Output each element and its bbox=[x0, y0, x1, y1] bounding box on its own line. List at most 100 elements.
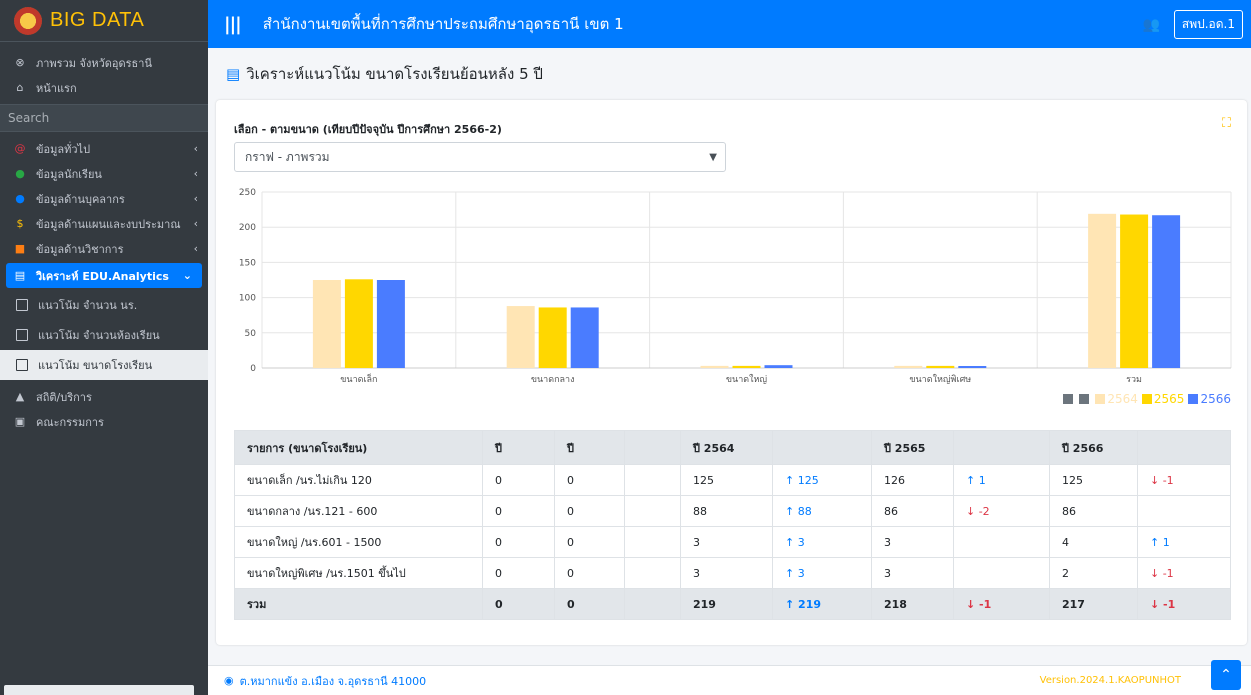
sidebar-item-label: ข้อมูลทั่วไป bbox=[36, 142, 91, 156]
legend-label: 2564 bbox=[1107, 392, 1138, 406]
table-cell bbox=[624, 557, 681, 589]
legend-item[interactable] bbox=[1079, 394, 1091, 404]
sidebar-subitem-students-trend[interactable]: แนวโน้ม จำนวน นร. bbox=[0, 290, 208, 320]
bar bbox=[1088, 213, 1117, 368]
header-actions: 👥 สพป.อด.1 bbox=[1142, 10, 1243, 39]
table-total-cell: ↓ -1 bbox=[1137, 588, 1231, 620]
expand-icon[interactable]: ⛶ bbox=[1222, 116, 1231, 131]
table-cell: 0 bbox=[554, 464, 625, 496]
sidebar-item-academic[interactable]: ■ ข้อมูลด้านวิชาการ ‹ bbox=[0, 236, 208, 261]
table-cell: 3 bbox=[871, 557, 954, 589]
table-cell: 126 bbox=[871, 464, 954, 496]
table-total-cell: ↓ -1 bbox=[953, 588, 1050, 620]
table-total-cell: ↑ 219 bbox=[772, 588, 872, 620]
legend-item[interactable]: 2564 bbox=[1095, 392, 1138, 406]
bar bbox=[700, 365, 729, 368]
thumbs-up-icon: ▲ bbox=[15, 390, 25, 403]
table-cell: ↑ 88 bbox=[772, 495, 872, 527]
sidebar-item-analytics[interactable]: ▤ วิเคราะห์ EDU.Analytics ⌄ bbox=[6, 263, 202, 288]
table-cell: 3 bbox=[871, 526, 954, 558]
sidebar-item-label: ข้อมูลด้านบุคลากร bbox=[36, 192, 125, 206]
table-cell: 88 bbox=[680, 495, 773, 527]
legend-item[interactable] bbox=[1063, 394, 1075, 404]
square-icon bbox=[16, 299, 28, 311]
sidebar-item-students[interactable]: ● ข้อมูลนักเรียน ‹ bbox=[0, 161, 208, 186]
brand-name: BIG DATA bbox=[50, 9, 145, 31]
table-cell: ขนาดใหญ่พิเศษ /นร.1501 ขึ้นไป bbox=[234, 557, 483, 589]
users-icon[interactable]: 👥 bbox=[1142, 17, 1159, 33]
page-title: ▤ วิเคราะห์แนวโน้ม ขนาดโรงเรียนย้อนหลัง … bbox=[226, 62, 543, 86]
chart-line-icon: ▤ bbox=[14, 269, 26, 282]
home-icon: ⌂ bbox=[16, 81, 24, 94]
sidebar-subitem-label: แนวโน้ม จำนวนห้องเรียน bbox=[38, 329, 160, 342]
table-row: ขนาดกลาง /นร.121 - 600 0 0 88 ↑ 88 86 ↓ -2 86 bbox=[234, 495, 1231, 527]
table-total-cell: 218 bbox=[871, 588, 954, 620]
analytics-card: เลือก - ตามขนาด (เทียบปีปัจจุบัน ปีการศึ… bbox=[216, 100, 1247, 645]
bar bbox=[764, 365, 793, 368]
table-cell: 0 bbox=[482, 526, 555, 558]
bar bbox=[732, 365, 761, 368]
sidebar-item-overview[interactable]: ⊗ ภาพรวม จังหวัดอุดรธานี bbox=[0, 50, 208, 75]
user-icon: ● bbox=[15, 192, 25, 205]
legend-item[interactable]: 2565 bbox=[1141, 392, 1184, 406]
table-cell: ↓ -2 bbox=[953, 495, 1050, 527]
chevron-down-icon: ⌄ bbox=[182, 269, 192, 282]
table-cell: 125 bbox=[1049, 464, 1138, 496]
legend-swatch bbox=[1063, 394, 1074, 404]
sidebar-item-general[interactable]: @ ข้อมูลทั่วไป ‹ bbox=[0, 136, 208, 161]
bar bbox=[1120, 214, 1149, 368]
x-tick-label: ขนาดใหญ่พิเศษ bbox=[909, 374, 971, 385]
sidebar-item-label: ข้อมูลด้านวิชาการ bbox=[36, 242, 124, 256]
table-cell bbox=[953, 526, 1050, 558]
table-cell: 0 bbox=[482, 495, 555, 527]
table-cell: 0 bbox=[482, 464, 555, 496]
chevron-left-icon: ‹ bbox=[193, 192, 198, 205]
table-cell: ↓ -1 bbox=[1137, 464, 1231, 496]
bar bbox=[1152, 215, 1181, 368]
sidebar-item-home[interactable]: ⌂ หน้าแรก bbox=[0, 75, 208, 100]
bar bbox=[538, 307, 567, 368]
menu-toggle-icon[interactable]: ||| bbox=[224, 14, 242, 35]
table-total-cell: รวม bbox=[234, 588, 483, 620]
view-select[interactable]: กราฟ - ภาพรวม ▼ bbox=[234, 142, 726, 172]
x-tick-label: ขนาดเล็ก bbox=[340, 372, 377, 385]
search-input[interactable]: Search bbox=[0, 104, 208, 132]
table-total-cell bbox=[624, 588, 681, 620]
sidebar-item-label: วิเคราะห์ EDU.Analytics bbox=[36, 269, 169, 283]
table-cell bbox=[1137, 495, 1231, 527]
bar bbox=[506, 306, 535, 368]
header-title: สำนักงานเขตพื้นที่การศึกษาประถมศึกษาอุดร… bbox=[262, 15, 624, 33]
legend-item[interactable]: 2566 bbox=[1188, 392, 1231, 406]
table-total-cell: 217 bbox=[1049, 588, 1138, 620]
table-row: ขนาดเล็ก /นร.ไม่เกิน 120 0 0 125 ↑ 125 126 ↑ 1… bbox=[234, 464, 1231, 496]
card-label: เลือก - ตามขนาด (เทียบปีปัจจุบัน ปีการศึ… bbox=[234, 123, 502, 136]
bar bbox=[376, 280, 405, 368]
legend-label: 2566 bbox=[1200, 392, 1231, 406]
sidebar-item-label: ข้อมูลนักเรียน bbox=[36, 167, 102, 181]
column-header bbox=[1137, 430, 1231, 465]
footer: ◉ ต.หมากแข้ง อ.เมือง จ.อุดรธานี 41000 Ve… bbox=[208, 665, 1251, 695]
table-cell bbox=[624, 526, 681, 558]
bar bbox=[894, 365, 923, 368]
sidebar-item-stats[interactable]: ▲ สถิติ/บริการ bbox=[0, 384, 208, 409]
sidebar: BIG DATA ⊗ ภาพรวม จังหวัดอุดรธานี ⌂ หน้า… bbox=[0, 0, 208, 695]
sidebar-subitem-school-size-trend[interactable]: แนวโน้ม ขนาดโรงเรียน bbox=[0, 350, 208, 380]
sidebar-item-personnel[interactable]: ● ข้อมูลด้านบุคลากร ‹ bbox=[0, 186, 208, 211]
bar bbox=[344, 279, 373, 368]
table-total-row: รวม 0 0 219 ↑ 219 218 ↓ -1 217 ↓ -1 bbox=[234, 588, 1231, 620]
y-tick-label: 50 bbox=[245, 329, 257, 339]
brand[interactable]: BIG DATA bbox=[0, 0, 208, 42]
table-cell: 86 bbox=[871, 495, 954, 527]
column-header: ปี 2566 bbox=[1049, 430, 1138, 465]
sidebar-item-committee[interactable]: ▣ คณะกรรมการ bbox=[0, 409, 208, 434]
footer-address[interactable]: ต.หมากแข้ง อ.เมือง จ.อุดรธานี 41000 bbox=[240, 672, 427, 690]
scroll-to-top-button[interactable]: ⌃ bbox=[1211, 660, 1241, 690]
legend-swatch bbox=[1188, 394, 1199, 404]
table-cell bbox=[953, 557, 1050, 589]
bar bbox=[312, 280, 341, 368]
table-cell: ขนาดกลาง /นร.121 - 600 bbox=[234, 495, 483, 527]
user-button[interactable]: สพป.อด.1 bbox=[1173, 10, 1243, 39]
x-tick-label: รวม bbox=[1126, 375, 1142, 385]
sidebar-item-budget[interactable]: $ ข้อมูลด้านแผนและงบประมาณ ‹ bbox=[0, 211, 208, 236]
sidebar-subitem-classrooms-trend[interactable]: แนวโน้ม จำนวนห้องเรียน bbox=[0, 320, 208, 350]
